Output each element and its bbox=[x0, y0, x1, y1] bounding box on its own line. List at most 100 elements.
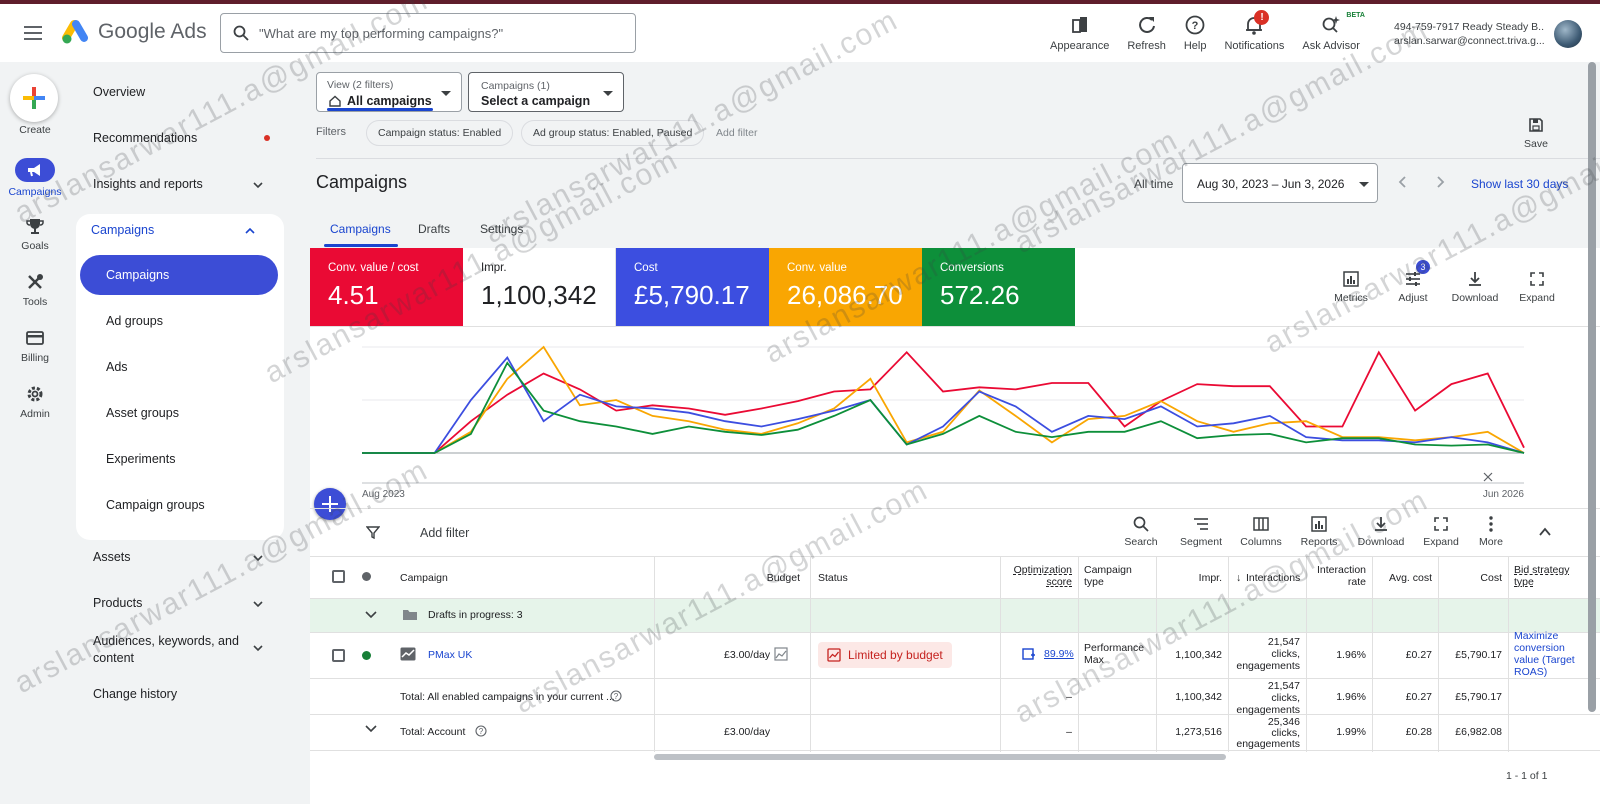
search-table-button[interactable]: Search bbox=[1112, 515, 1170, 548]
search-input[interactable] bbox=[259, 25, 619, 41]
kpi-value: 4.51 bbox=[328, 280, 379, 310]
bid-strategy-line3[interactable]: value (Target bbox=[1514, 654, 1575, 666]
col-header-impr[interactable]: Impr. bbox=[1156, 572, 1222, 584]
help-button[interactable]: ? Help bbox=[1184, 10, 1206, 52]
google-ads-logo[interactable]: Google Ads bbox=[62, 20, 207, 44]
vertical-scrollbar[interactable] bbox=[1588, 62, 1596, 712]
chevron-down-icon[interactable] bbox=[364, 724, 378, 734]
select-all-checkbox[interactable] bbox=[332, 570, 345, 583]
add-filter-button[interactable]: Add filter bbox=[420, 526, 469, 540]
kpi-impressions[interactable]: Impr. 1,100,342 bbox=[463, 248, 616, 326]
row-divider bbox=[310, 556, 1600, 557]
rail-item-tools[interactable]: Tools bbox=[0, 272, 70, 308]
col-header-opt-score[interactable]: Optimization bbox=[1000, 564, 1072, 576]
add-filter-link[interactable]: Add filter bbox=[716, 127, 757, 139]
next-period-button[interactable] bbox=[1433, 175, 1447, 189]
col-header-campaign-type-2[interactable]: type bbox=[1084, 576, 1104, 588]
account-info[interactable]: 494-759-7917 Ready Steady B... arslan.sa… bbox=[1394, 20, 1544, 48]
chevron-down-icon[interactable] bbox=[364, 610, 378, 620]
download-chart-button[interactable]: Download bbox=[1444, 270, 1506, 304]
google-ads-logo-icon bbox=[62, 20, 88, 44]
create-button[interactable] bbox=[10, 74, 58, 122]
metrics-button[interactable]: Metrics bbox=[1320, 270, 1382, 304]
drafts-in-progress[interactable]: Drafts in progress: 3 bbox=[428, 609, 523, 621]
show-last-30-days-link[interactable]: Show last 30 days bbox=[1471, 177, 1568, 191]
optimization-score-link[interactable]: 89.9% bbox=[1044, 648, 1074, 660]
save-button[interactable]: Save bbox=[1516, 117, 1556, 150]
filter-chip-ad-group-status[interactable]: Ad group status: Enabled, Paused bbox=[521, 120, 705, 146]
help-icon[interactable]: ? bbox=[475, 725, 487, 737]
nav-sub-asset-groups[interactable]: Asset groups bbox=[80, 393, 278, 433]
tab-drafts[interactable]: Drafts bbox=[418, 222, 450, 236]
col-header-interaction-rate[interactable]: Interaction bbox=[1306, 564, 1366, 576]
nav-sub-campaign-groups[interactable]: Campaign groups bbox=[80, 485, 278, 525]
kpi-cost[interactable]: Cost £5,790.17 bbox=[616, 248, 769, 326]
bid-strategy-line4[interactable]: ROAS) bbox=[1514, 666, 1547, 678]
col-header-bid-strategy-2[interactable]: type bbox=[1514, 576, 1534, 588]
appearance-button[interactable]: Appearance bbox=[1050, 10, 1109, 52]
rail-item-goals[interactable]: Goals bbox=[0, 216, 70, 252]
nav-sub-experiments[interactable]: Experiments bbox=[80, 439, 278, 479]
col-divider bbox=[1078, 556, 1079, 752]
col-header-campaign[interactable]: Campaign bbox=[400, 572, 448, 584]
total-account-label: Total: Account bbox=[400, 726, 466, 738]
zoom-icon[interactable] bbox=[1483, 472, 1493, 482]
col-header-interaction-rate-2[interactable]: rate bbox=[1306, 576, 1366, 588]
help-icon[interactable]: ? bbox=[610, 690, 622, 702]
performance-chart-svg: Aug 2023 Jun 2026 bbox=[362, 345, 1525, 500]
previous-period-button[interactable] bbox=[1396, 175, 1410, 189]
nav-sub-ads[interactable]: Ads bbox=[80, 347, 278, 387]
filter-icon[interactable] bbox=[366, 525, 380, 539]
col-header-avg-cost[interactable]: Avg. cost bbox=[1372, 572, 1432, 584]
reports-button[interactable]: Reports bbox=[1290, 515, 1348, 548]
date-range-picker[interactable]: Aug 30, 2023 – Jun 3, 2026 bbox=[1182, 163, 1378, 203]
col-header-campaign-type[interactable]: Campaign bbox=[1084, 564, 1132, 576]
tab-campaigns[interactable]: Campaigns bbox=[330, 222, 391, 236]
col-divider bbox=[654, 556, 655, 752]
columns-button[interactable]: Columns bbox=[1232, 515, 1290, 548]
search-icon bbox=[1133, 516, 1149, 532]
campaign-selector[interactable]: Campaigns (1) Select a campaign bbox=[468, 72, 624, 112]
col-header-interactions[interactable]: Interactions bbox=[1246, 572, 1300, 584]
refresh-button[interactable]: Refresh bbox=[1127, 10, 1166, 52]
kpi-conversions[interactable]: Conversions 572.26 bbox=[922, 248, 1075, 326]
col-header-status[interactable]: Status bbox=[818, 572, 848, 584]
more-button[interactable]: More bbox=[1462, 515, 1520, 548]
col-header-interactions-sort-icon[interactable]: ↓ bbox=[1236, 572, 1241, 584]
main-menu-button[interactable] bbox=[22, 22, 44, 44]
col-header-cost[interactable]: Cost bbox=[1438, 572, 1502, 584]
col-header-opt-score-2[interactable]: score bbox=[1000, 576, 1072, 588]
adjust-button[interactable]: 3 Adjust bbox=[1382, 260, 1444, 304]
download-table-button[interactable]: Download bbox=[1352, 515, 1410, 548]
row-checkbox[interactable] bbox=[332, 649, 345, 662]
nav-sub-ad-groups[interactable]: Ad groups bbox=[80, 301, 278, 341]
rail-item-admin[interactable]: Admin bbox=[0, 384, 70, 420]
kpi-conv-value-cost[interactable]: Conv. value / cost 4.51 bbox=[310, 248, 463, 326]
tab-settings[interactable]: Settings bbox=[480, 222, 523, 236]
bid-strategy-line1[interactable]: Maximize bbox=[1514, 630, 1558, 642]
budget-chart-icon[interactable] bbox=[774, 647, 788, 661]
rail-item-campaigns[interactable]: Campaigns bbox=[0, 158, 70, 198]
expand-chart-button[interactable]: Expand bbox=[1506, 270, 1568, 304]
campaign-link-pmax-uk[interactable]: PMax UK bbox=[428, 649, 472, 661]
rail-item-billing[interactable]: Billing bbox=[0, 328, 70, 364]
avatar[interactable] bbox=[1554, 20, 1582, 48]
optimization-icon[interactable] bbox=[1022, 648, 1036, 660]
create-label[interactable]: Create bbox=[0, 124, 70, 136]
nav-sub-campaigns[interactable]: Campaigns bbox=[80, 255, 278, 295]
enabled-status-dot[interactable] bbox=[362, 651, 371, 660]
search-bar[interactable] bbox=[220, 13, 636, 53]
notifications-button[interactable]: ! Notifications bbox=[1224, 10, 1284, 52]
segment-button[interactable]: Segment bbox=[1172, 515, 1230, 548]
bid-strategy-line2[interactable]: conversion bbox=[1514, 642, 1565, 654]
search-table-label: Search bbox=[1124, 536, 1158, 548]
collapse-chart-button[interactable] bbox=[1538, 525, 1552, 539]
col-header-bid-strategy[interactable]: Bid strategy bbox=[1514, 564, 1569, 576]
filter-chip-campaign-status[interactable]: Campaign status: Enabled bbox=[366, 120, 514, 146]
col-header-budget[interactable]: Budget bbox=[690, 572, 800, 584]
horizontal-scrollbar[interactable] bbox=[654, 754, 1226, 760]
view-selector[interactable]: View (2 filters) All campaigns bbox=[316, 72, 462, 112]
limited-by-budget-status[interactable]: Limited by budget bbox=[818, 642, 952, 668]
ask-advisor-button[interactable]: BETA Ask Advisor bbox=[1302, 10, 1365, 52]
kpi-conv-value[interactable]: Conv. value 26,086.70 bbox=[769, 248, 922, 326]
